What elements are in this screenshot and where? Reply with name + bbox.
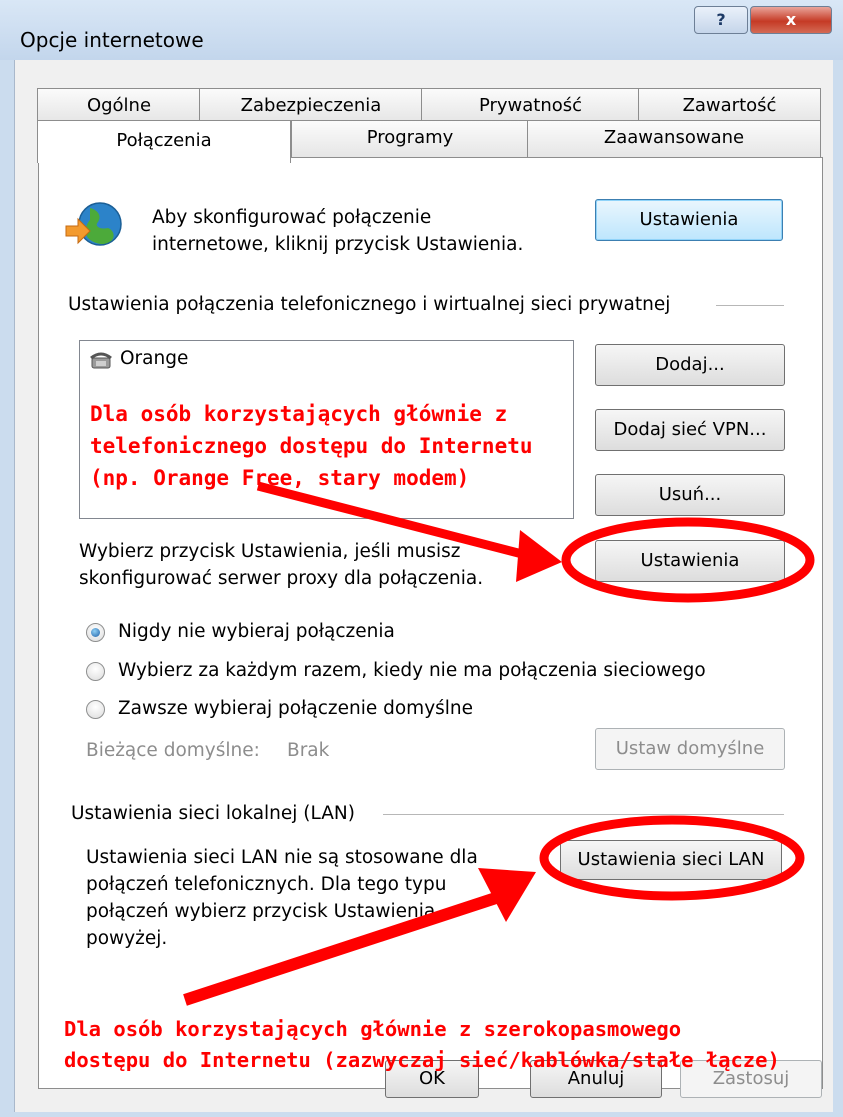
annotation-dialup-line3: (np. Orange Free, stary modem) — [90, 466, 470, 490]
highlight-ellipse-lan-settings — [539, 815, 805, 901]
annotation-overlay — [183, 481, 815, 1006]
annotation-dialup-line2: telefonicznego dostępu do Internetu — [90, 434, 533, 458]
arrow-to-dialup-settings — [256, 481, 562, 582]
annotation-dialup-line1: Dla osób korzystających głównie z — [90, 402, 508, 426]
highlight-ellipse-dialup-settings — [561, 517, 815, 603]
annotation-broadband-line1: Dla osób korzystających głównie z szerok… — [64, 1017, 682, 1041]
arrow-to-lan-settings — [183, 868, 536, 1006]
annotation-broadband-line2: dostępu do Internetu (zazwyczaj sieć/kab… — [64, 1048, 780, 1072]
